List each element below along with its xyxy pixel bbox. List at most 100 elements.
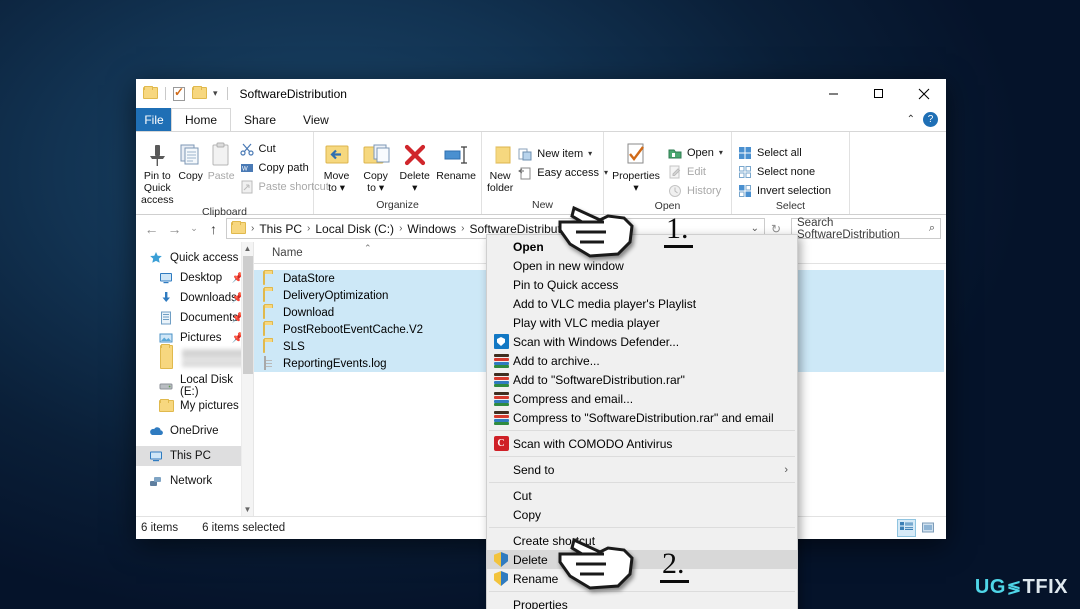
menu-item-label: Add to "SoftwareDistribution.rar" [513,373,685,387]
new-folder-button[interactable]: New folder [485,137,515,194]
breadcrumb-item-this-pc[interactable]: This PC [256,222,305,236]
large-icons-view-icon[interactable] [919,519,938,537]
shield-icon [489,552,513,567]
navigation-scrollbar[interactable]: ▲ ▼ [241,242,253,516]
watermark: UG ≶ TFIX [975,576,1068,599]
sidebar-item-network[interactable]: Network [136,471,253,491]
help-icon[interactable]: ? [923,112,938,127]
search-icon: ⌕ [929,222,935,235]
breadcrumb-separator: › [460,223,465,234]
scroll-up-icon[interactable]: ▲ [244,244,252,253]
select-all-button[interactable]: Select all [735,143,836,162]
menu-item-add-to-archive[interactable]: Add to archive... [487,351,797,370]
folder-icon [158,398,174,414]
delete-button[interactable]: Delete ▾ [395,137,434,194]
button-label-line1: Copy [363,170,388,182]
edit-button: Edit [665,162,728,181]
invert-selection-button[interactable]: Invert selection [735,181,836,200]
folder-icon [143,87,158,101]
button-label-line1: Copy [178,170,203,182]
customize-caret-icon[interactable]: ▾ [211,88,220,99]
sidebar-item-quick-access[interactable]: Quick access [136,248,253,268]
sidebar-item-redacted[interactable] [136,348,253,376]
group-label-select: Select [735,200,846,215]
menu-item-scan-with-comodo[interactable]: C Scan with COMODO Antivirus [487,434,797,453]
sidebar-item-label: OneDrive [170,425,219,437]
sidebar-item-label: Network [170,475,212,487]
network-icon [148,473,164,489]
menu-item-cut[interactable]: Cut [487,486,797,505]
new-folder-icon[interactable] [192,87,207,101]
delete-x-icon [403,140,427,170]
tab-share[interactable]: Share [230,108,290,131]
menu-separator [489,482,795,483]
minimize-icon[interactable] [811,79,856,108]
sidebar-item-desktop[interactable]: Desktop 📌 [136,268,253,288]
breadcrumb-separator: › [250,223,255,234]
sidebar-item-this-pc[interactable]: This PC [136,446,253,466]
menu-item-compress-and-email[interactable]: Compress and email... [487,389,797,408]
button-label-line2: to ▾ [367,182,384,194]
file-icon [263,357,277,371]
tab-home[interactable]: Home [171,108,231,131]
sidebar-item-onedrive[interactable]: OneDrive [136,421,253,441]
move-to-button[interactable]: Move to ▾ [317,137,356,194]
window-title: SoftwareDistribution [240,87,347,101]
breadcrumb-item-local-disk-c[interactable]: Local Disk (C:) [312,222,397,236]
properties-icon[interactable] [173,87,188,101]
button-label-line2: to ▾ [328,182,345,194]
menu-item-add-to-rar[interactable]: Add to "SoftwareDistribution.rar" [487,370,797,389]
step-label-2: 2. [660,549,689,583]
menu-item-pin-to-quick-access[interactable]: Pin to Quick access [487,275,797,294]
details-view-icon[interactable] [897,519,916,537]
menu-item-send-to[interactable]: Send to › [487,460,797,479]
navigation-pane: Quick access Desktop 📌 Downloads 📌 [136,242,254,516]
select-none-button[interactable]: Select none [735,162,836,181]
chevron-down-icon[interactable]: ▾ [719,148,723,157]
star-icon [148,250,164,266]
new-item-icon [517,146,533,162]
sidebar-item-pictures[interactable]: Pictures 📌 [136,328,253,348]
button-label: Edit [687,166,706,178]
chevron-down-icon[interactable]: ⌄ [750,223,760,234]
sidebar-item-label: Documents [180,312,238,324]
properties-button[interactable]: Properties ▾ [607,137,665,194]
tab-view[interactable]: View [289,108,343,131]
menu-item-copy[interactable]: Copy [487,505,797,524]
breadcrumb-item-windows[interactable]: Windows [404,222,459,236]
search-input[interactable]: Search SoftwareDistribution ⌕ [791,218,941,239]
sidebar-item-documents[interactable]: Documents 📌 [136,308,253,328]
copy-button[interactable]: Copy [176,137,206,182]
view-buttons [897,519,946,537]
menu-item-add-to-vlc-playlist[interactable]: Add to VLC media player's Playlist [487,294,797,313]
scroll-down-icon[interactable]: ▼ [244,505,252,514]
menu-item-scan-with-windows-defender[interactable]: Scan with Windows Defender... [487,332,797,351]
button-label-line2: folder [487,182,513,194]
sidebar-item-local-disk-e[interactable]: Local Disk (E:) [136,376,253,396]
button-label-line1: Properties [612,170,660,182]
menu-separator [489,430,795,431]
ribbon-tabs: File Home Share View ⌃ ? [136,108,946,131]
sidebar-item-label: Pictures [180,332,222,344]
scrollbar-thumb[interactable] [243,256,253,374]
pin-to-quick-access-button[interactable]: Pin to Quick access [139,137,176,206]
maximize-icon[interactable] [856,79,901,108]
menu-separator [489,456,795,457]
menu-item-compress-to-rar-and-email[interactable]: Compress to "SoftwareDistribution.rar" a… [487,408,797,427]
file-name: ReportingEvents.log [283,358,387,370]
menu-item-play-with-vlc[interactable]: Play with VLC media player [487,313,797,332]
chevron-up-icon[interactable]: ⌃ [907,114,915,125]
column-header-name[interactable]: Name [254,247,303,259]
sidebar-item-my-pictures[interactable]: My pictures [136,396,253,416]
sidebar-item-downloads[interactable]: Downloads 📌 [136,288,253,308]
close-icon[interactable] [901,79,946,108]
tab-file[interactable]: File [136,108,172,131]
sidebar-item-label: Desktop [180,272,222,284]
rename-button[interactable]: Rename [434,137,478,182]
easy-access-button[interactable]: Easy access ▾ [515,163,613,182]
open-button[interactable]: Open ▾ [665,143,728,162]
chevron-down-icon[interactable]: ▾ [588,149,592,158]
copy-to-button[interactable]: Copy to ▾ [356,137,395,194]
ribbon-group-empty [850,132,946,214]
new-item-button[interactable]: New item ▾ [515,144,613,163]
